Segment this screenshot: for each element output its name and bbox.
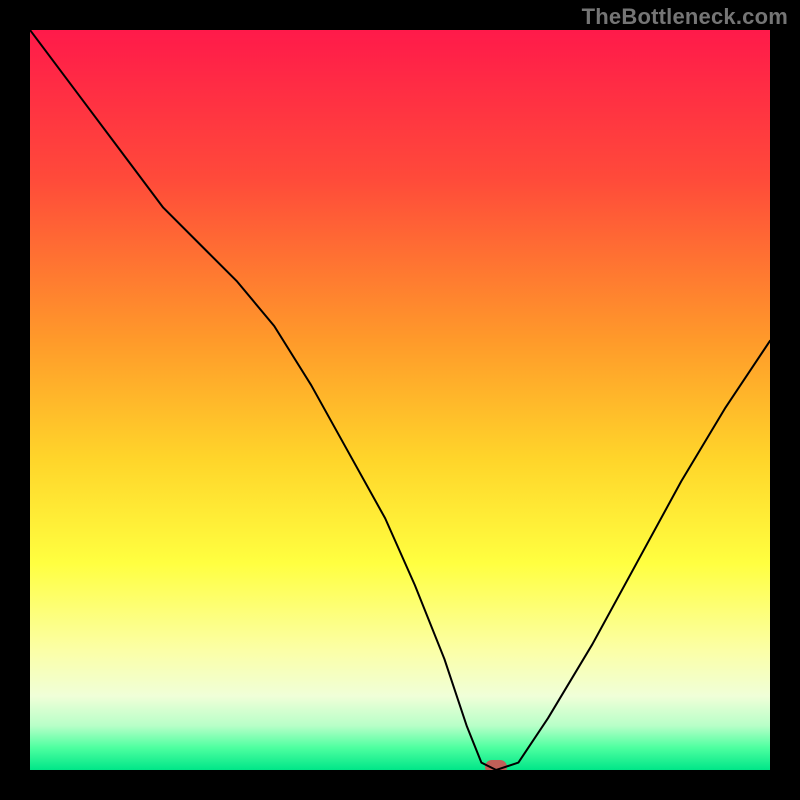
watermark-text: TheBottleneck.com [582,4,788,30]
chart-frame: TheBottleneck.com [0,0,800,800]
plot-area [30,30,770,770]
bottleneck-curve [30,30,770,770]
